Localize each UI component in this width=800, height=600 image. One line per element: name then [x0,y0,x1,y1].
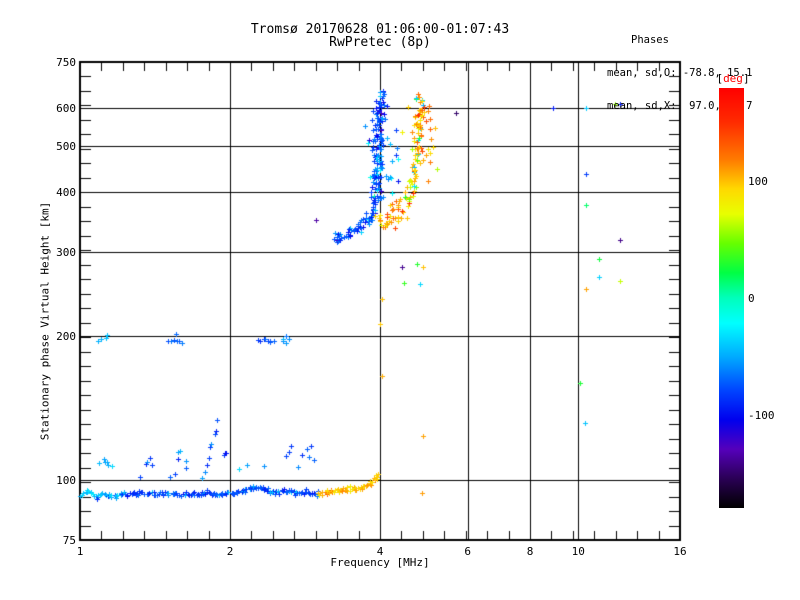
ionogram-figure: Tromsø 20170628 01:06:00-01:07:43 RwPret… [0,0,800,600]
colorbar [719,88,744,508]
x-tick-label: 6 [464,545,472,558]
plot-subtitle: RwPretec (8p) [329,35,431,50]
y-tick-label: 100 [56,474,76,488]
y-tick-label: 75 [62,534,76,547]
y-tick-label: 400 [56,186,76,200]
y-axis-label: Stationary phase Virtual Height [km] [38,201,52,441]
x-tick-label: 8 [526,545,534,558]
x-tick-label: 16 [673,545,687,558]
colorbar-bracket-right: ] [742,72,750,85]
y-tick-label: 300 [56,246,76,260]
colorbar-bracket-left: [ [716,72,724,85]
y-tick-label: 750 [56,56,76,69]
phase-stats-heading: Phases [631,34,669,46]
colorbar-tick-label: 0 [748,292,755,305]
x-tick-label: 4 [376,545,384,558]
y-tick-label: 600 [56,102,76,116]
colorbar-title: [deg] [716,72,749,85]
colorbar-tick-label: -100 [748,408,775,422]
y-tick-label: 200 [56,330,76,344]
colorbar-tick-label: 100 [748,175,768,189]
colorbar-unit: deg [723,72,743,85]
x-tick-label: 10 [571,545,585,558]
y-tick-label: 500 [56,140,76,154]
x-tick-label: 2 [226,545,234,558]
